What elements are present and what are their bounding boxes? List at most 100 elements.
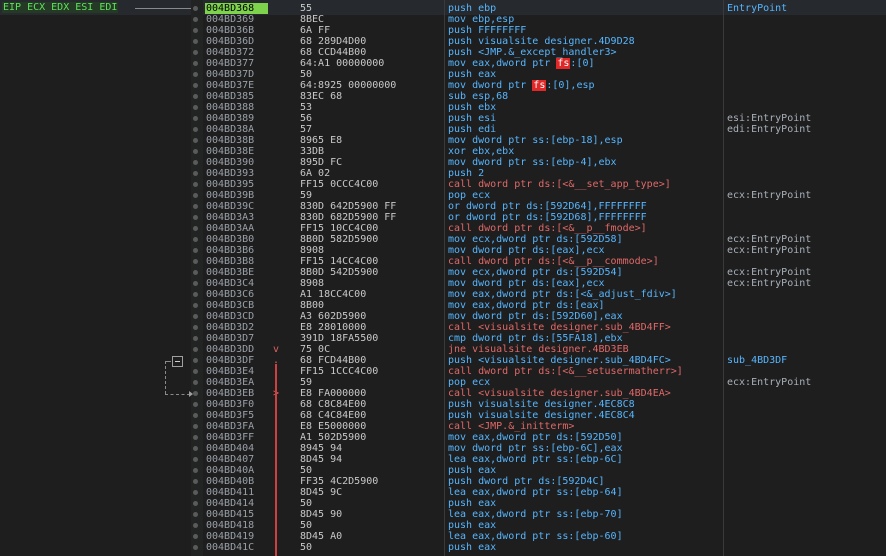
breakpoint-dot-icon[interactable] — [193, 72, 198, 77]
instruction-cell[interactable]: mov eax,dword ptr ds:[eax] — [448, 300, 720, 311]
address-cell[interactable]: 004BD390 — [205, 157, 268, 168]
breakpoint-dot-icon[interactable] — [193, 138, 198, 143]
comment-cell[interactable]: ecx:EntryPoint — [727, 278, 883, 289]
instruction-row[interactable]: 004BD393 6A 02 push 2 — [0, 168, 886, 179]
breakpoint-dot-icon[interactable] — [193, 193, 198, 198]
instruction-row[interactable]: 004BD39B 59 pop ecx ecx:EntryPoint — [0, 190, 886, 201]
instruction-row[interactable]: 004BD3D2 E8 28010000 call <visualsite desi… — [0, 322, 886, 333]
address-cell[interactable]: 004BD38E — [205, 146, 268, 157]
comment-cell[interactable]: esi:EntryPoint — [727, 113, 883, 124]
instruction-cell[interactable]: push esi — [448, 113, 720, 124]
address-cell[interactable]: 004BD414 — [205, 498, 268, 509]
instruction-cell[interactable]: lea eax,dword ptr ss:[ebp-70] — [448, 509, 720, 520]
bytes-cell[interactable]: 8D45 94 — [300, 454, 440, 465]
address-cell[interactable]: 004BD3C6 — [205, 289, 268, 300]
bytes-cell[interactable]: 53 — [300, 102, 440, 113]
bytes-cell[interactable]: 50 — [300, 520, 440, 531]
bytes-cell[interactable]: FF15 1CCC4C00 — [300, 366, 440, 377]
comment-cell[interactable]: ecx:EntryPoint — [727, 267, 883, 278]
instruction-row[interactable]: 004BD37E 64:8925 00000000 mov dword ptr fs… — [0, 80, 886, 91]
instruction-row[interactable]: 004BD368 55 push ebp EntryPoint — [0, 3, 886, 14]
breakpoint-dot-icon[interactable] — [193, 358, 198, 363]
bytes-cell[interactable]: A1 18CC4C00 — [300, 289, 440, 300]
instruction-row[interactable]: 004BD3F5. 68 C4C84E00 push visualsite desi… — [0, 410, 886, 421]
instruction-cell[interactable]: mov dword ptr fs:[0],esp — [448, 80, 720, 91]
address-cell[interactable]: 004BD36B — [205, 25, 268, 36]
instruction-cell[interactable]: mov eax,dword ptr fs:[0] — [448, 58, 720, 69]
address-cell[interactable]: 004BD40A — [205, 465, 268, 476]
breakpoint-dot-icon[interactable] — [193, 424, 198, 429]
breakpoint-dot-icon[interactable] — [193, 292, 198, 297]
instruction-row[interactable]: 004BD3BE 8B0D 542D5900 mov ecx,dword ptr d… — [0, 267, 886, 278]
instruction-row[interactable]: 004BD3F0. 68 C8C84E00 push visualsite desi… — [0, 399, 886, 410]
instruction-cell[interactable]: mov dword ptr ds:[592D60],eax — [448, 311, 720, 322]
breakpoint-dot-icon[interactable] — [193, 127, 198, 132]
bytes-cell[interactable]: 64:8925 00000000 — [300, 80, 440, 91]
bytes-cell[interactable]: 50 — [300, 69, 440, 80]
instruction-row[interactable]: 004BD36D 68 289D4D00 push visualsite desig… — [0, 36, 886, 47]
instruction-cell[interactable]: pop ecx — [448, 377, 720, 388]
address-cell[interactable]: 004BD37E — [205, 80, 268, 91]
instruction-row[interactable]: 004BD3B8 FF15 14CC4C00 call dword ptr ds:[… — [0, 256, 886, 267]
instruction-cell[interactable]: push dword ptr ds:[592D4C] — [448, 476, 720, 487]
bytes-cell[interactable]: 8965 E8 — [300, 135, 440, 146]
address-cell[interactable]: 004BD418 — [205, 520, 268, 531]
instruction-row[interactable]: 004BD36B 6A FF push FFFFFFFF — [0, 25, 886, 36]
instruction-cell[interactable]: push eax — [448, 520, 720, 531]
instruction-cell[interactable]: push ebx — [448, 102, 720, 113]
address-cell[interactable]: 004BD3D2 — [205, 322, 268, 333]
breakpoint-dot-icon[interactable] — [193, 259, 198, 264]
bytes-cell[interactable]: 68 CCD44B00 — [300, 47, 440, 58]
instruction-row[interactable]: 004BD414. 50 push eax — [0, 498, 886, 509]
address-cell[interactable]: 004BD419 — [205, 531, 268, 542]
address-cell[interactable]: 004BD3DF — [205, 355, 268, 366]
bytes-cell[interactable]: 391D 18FA5500 — [300, 333, 440, 344]
bytes-cell[interactable]: 59 — [300, 190, 440, 201]
breakpoint-dot-icon[interactable] — [193, 17, 198, 22]
breakpoint-dot-icon[interactable] — [193, 479, 198, 484]
address-cell[interactable]: 004BD395 — [205, 179, 268, 190]
instruction-cell[interactable]: push <JMP.&_except_handler3> — [448, 47, 720, 58]
breakpoint-dot-icon[interactable] — [193, 270, 198, 275]
instruction-row[interactable]: 004BD3C4 8908 mov dword ptr ds:[eax],ecx ec… — [0, 278, 886, 289]
address-cell[interactable]: 004BD39C — [205, 201, 268, 212]
instruction-cell[interactable]: call <JMP.&_initterm> — [448, 421, 720, 432]
breakpoint-dot-icon[interactable] — [193, 160, 198, 165]
instruction-cell[interactable]: call dword ptr ds:[<&__set_app_type>] — [448, 179, 720, 190]
breakpoint-dot-icon[interactable] — [193, 413, 198, 418]
address-cell[interactable]: 004BD3D7 — [205, 333, 268, 344]
instruction-cell[interactable]: mov dword ptr ss:[ebp-4],ebx — [448, 157, 720, 168]
address-cell[interactable]: 004BD388 — [205, 102, 268, 113]
bytes-cell[interactable]: 56 — [300, 113, 440, 124]
instruction-cell[interactable]: push FFFFFFFF — [448, 25, 720, 36]
instruction-row[interactable]: 004BD390 895D FC mov dword ptr ss:[ebp-4],… — [0, 157, 886, 168]
address-cell[interactable]: 004BD385 — [205, 91, 268, 102]
instruction-row[interactable]: 004BD372 68 CCD44B00 push <JMP.&_except_ha… — [0, 47, 886, 58]
address-cell[interactable]: 004BD3AA — [205, 223, 268, 234]
instruction-row[interactable]: 004BD3CD A3 602D5900 mov dword ptr ds:[592… — [0, 311, 886, 322]
instruction-cell[interactable]: xor ebx,ebx — [448, 146, 720, 157]
instruction-cell[interactable]: sub esp,68 — [448, 91, 720, 102]
bytes-cell[interactable]: FF15 0CCC4C00 — [300, 179, 440, 190]
address-cell[interactable]: 004BD372 — [205, 47, 268, 58]
breakpoint-dot-icon[interactable] — [193, 468, 198, 473]
bytes-cell[interactable]: 8D45 90 — [300, 509, 440, 520]
breakpoint-dot-icon[interactable] — [193, 61, 198, 66]
bytes-cell[interactable]: 6A 02 — [300, 168, 440, 179]
bytes-cell[interactable]: 6A FF — [300, 25, 440, 36]
breakpoint-dot-icon[interactable] — [193, 336, 198, 341]
instruction-cell[interactable]: mov dword ptr ds:[eax],ecx — [448, 278, 720, 289]
address-cell[interactable]: 004BD411 — [205, 487, 268, 498]
address-cell[interactable]: 004BD3CD — [205, 311, 268, 322]
instruction-row[interactable]: 004BD3B6 8908 mov dword ptr ds:[eax],ecx ec… — [0, 245, 886, 256]
address-cell[interactable]: 004BD41C — [205, 542, 268, 553]
instruction-row[interactable]: 004BD3DD v 75 0C jne visualsite designer.4B… — [0, 344, 886, 355]
address-cell[interactable]: 004BD3F5 — [205, 410, 268, 421]
instruction-row[interactable]: 004BD395 FF15 0CCC4C00 call dword ptr ds:[… — [0, 179, 886, 190]
instruction-cell[interactable]: or dword ptr ds:[592D68],FFFFFFFF — [448, 212, 720, 223]
bytes-cell[interactable]: 8BEC — [300, 14, 440, 25]
breakpoint-dot-icon[interactable] — [193, 94, 198, 99]
bytes-cell[interactable]: 64:A1 00000000 — [300, 58, 440, 69]
address-cell[interactable]: 004BD377 — [205, 58, 268, 69]
instruction-cell[interactable]: call dword ptr ds:[<&__p__commode>] — [448, 256, 720, 267]
